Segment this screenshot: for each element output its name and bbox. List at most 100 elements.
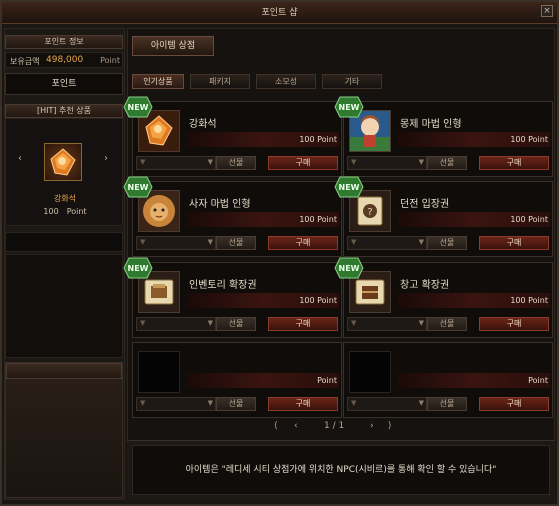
new-badge-label: NEW bbox=[339, 183, 360, 192]
subtab-popular[interactable]: 인기상품 bbox=[132, 74, 184, 89]
item-card: 창고 확장권 100 Point ▼ ▼ 선물 구매 NEW bbox=[334, 257, 553, 338]
balance-label: 보유금액 bbox=[10, 57, 40, 66]
subtab-etc[interactable]: 기타 bbox=[322, 74, 382, 89]
chevron-down-icon: ▼ bbox=[207, 238, 213, 246]
item-price: 100 Point bbox=[299, 296, 337, 305]
new-badge-icon: NEW bbox=[123, 96, 153, 118]
new-badge-icon: NEW bbox=[123, 176, 153, 198]
page-indicator: 1 / 1 bbox=[324, 421, 345, 431]
gift-button[interactable]: 선물 bbox=[427, 156, 467, 170]
buy-button[interactable]: 구매 bbox=[268, 156, 338, 170]
item-card: 강화석 100 Point ▼ ▼ 선물 구매 NEW bbox=[123, 96, 342, 177]
left-footer-header bbox=[6, 363, 122, 379]
item-card: 인벤토리 확장권 100 Point ▼ ▼ 선물 구매 NEW bbox=[123, 257, 342, 338]
item-name: 던전 입장권 bbox=[400, 199, 450, 210]
gift-button[interactable]: 선물 bbox=[427, 236, 467, 250]
dropdown-left-icon: ▼ bbox=[351, 399, 357, 407]
item-price: 100 Point bbox=[510, 215, 548, 224]
empty-slot[interactable] bbox=[349, 351, 391, 393]
left-empty-slot bbox=[5, 232, 123, 252]
buy-button[interactable]: 구매 bbox=[479, 236, 549, 250]
left-footer-panel bbox=[5, 362, 123, 498]
first-page-icon[interactable]: ⟨ bbox=[274, 421, 278, 431]
item-name: 인벤토리 확장권 bbox=[189, 280, 257, 291]
new-badge-icon: NEW bbox=[334, 176, 364, 198]
item-name: 강화석 bbox=[189, 119, 217, 130]
buy-button[interactable]: 구매 bbox=[268, 397, 338, 411]
item-price: 100 Point bbox=[510, 135, 548, 144]
item-name: 창고 확장권 bbox=[400, 280, 450, 291]
item-controls: ▼ ▼ 선물 구매 bbox=[136, 236, 338, 250]
dropdown-left-icon: ▼ bbox=[140, 238, 146, 246]
chevron-down-icon: ▼ bbox=[207, 319, 213, 327]
quantity-select[interactable]: ▼ ▼ bbox=[347, 236, 427, 250]
gift-button[interactable]: 선물 bbox=[216, 156, 256, 170]
recommend-item-unit: Point bbox=[66, 207, 87, 216]
chevron-down-icon: ▼ bbox=[418, 399, 424, 407]
next-arrow-icon[interactable]: › bbox=[104, 153, 108, 164]
balance-row: 보유금액 498,000 Point bbox=[5, 52, 123, 68]
prev-arrow-icon[interactable]: ‹ bbox=[18, 153, 22, 164]
gift-button[interactable]: 선물 bbox=[216, 236, 256, 250]
last-page-icon[interactable]: ⟩ bbox=[388, 421, 392, 431]
orange-gem-icon[interactable] bbox=[44, 143, 82, 181]
quantity-select[interactable]: ▼ ▼ bbox=[136, 156, 216, 170]
left-empty-area bbox=[5, 254, 123, 358]
close-icon[interactable]: × bbox=[541, 5, 553, 17]
recommend-header: [HIT] 추천 상품 bbox=[5, 104, 123, 118]
quantity-select[interactable]: ▼ ▼ bbox=[347, 156, 427, 170]
buy-button[interactable]: 구매 bbox=[479, 317, 549, 331]
next-page-icon[interactable]: › bbox=[370, 421, 374, 431]
recommend-item-name: 강화석 bbox=[53, 194, 77, 203]
quantity-select[interactable]: ▼ ▼ bbox=[136, 317, 216, 331]
item-card: Point ▼ ▼ 선물 구매 bbox=[132, 342, 342, 418]
item-card: 사자 마법 인형 100 Point ▼ ▼ 선물 구매 NEW bbox=[123, 176, 342, 257]
notice-text: 아이템은 "레디세 시티 상점가에 위치한 NPC(시비르)를 통해 확인 할 … bbox=[132, 445, 550, 495]
buy-button[interactable]: 구매 bbox=[268, 236, 338, 250]
quantity-select[interactable]: ▼ ▼ bbox=[347, 317, 427, 331]
item-controls: ▼ ▼ 선물 구매 bbox=[347, 397, 549, 411]
dropdown-left-icon: ▼ bbox=[351, 319, 357, 327]
chevron-down-icon: ▼ bbox=[207, 399, 213, 407]
new-badge-label: NEW bbox=[128, 103, 149, 112]
tab-item-shop[interactable]: 아이템 상점 bbox=[132, 36, 214, 56]
item-price: 100 Point bbox=[510, 296, 548, 305]
pager: ⟨ ‹ 1 / 1 › ⟩ bbox=[274, 421, 404, 435]
empty-slot[interactable] bbox=[138, 351, 180, 393]
gift-button[interactable]: 선물 bbox=[427, 317, 467, 331]
item-card: 몽제 마법 인형 100 Point ▼ ▼ 선물 구매 NEW bbox=[334, 96, 553, 177]
item-controls: ▼ ▼ 선물 구매 bbox=[136, 397, 338, 411]
item-controls: ▼ ▼ 선물 구매 bbox=[136, 156, 338, 170]
gift-button[interactable]: 선물 bbox=[216, 317, 256, 331]
buy-button[interactable]: 구매 bbox=[268, 317, 338, 331]
buy-button[interactable]: 구매 bbox=[479, 397, 549, 411]
dropdown-left-icon: ▼ bbox=[140, 319, 146, 327]
dropdown-left-icon: ▼ bbox=[140, 399, 146, 407]
point-button[interactable]: 포인트 bbox=[5, 73, 123, 95]
item-price: 100 Point bbox=[299, 215, 337, 224]
item-controls: ▼ ▼ 선물 구매 bbox=[136, 317, 338, 331]
gift-button[interactable]: 선물 bbox=[427, 397, 467, 411]
subtab-package[interactable]: 패키지 bbox=[190, 74, 250, 89]
quantity-select[interactable]: ▼ ▼ bbox=[347, 397, 427, 411]
item-controls: ▼ ▼ 선물 구매 bbox=[347, 317, 549, 331]
new-badge-label: NEW bbox=[128, 264, 149, 273]
new-badge-icon: NEW bbox=[123, 257, 153, 279]
recommend-item-price: 100 bbox=[43, 207, 59, 216]
quantity-select[interactable]: ▼ ▼ bbox=[136, 397, 216, 411]
new-badge-icon: NEW bbox=[334, 257, 364, 279]
item-card: ? 던전 입장권 100 Point ▼ ▼ 선물 구매 NEW bbox=[334, 176, 553, 257]
prev-page-icon[interactable]: ‹ bbox=[294, 421, 298, 431]
category-tabs: 인기상품 패키지 소모성 기타 bbox=[132, 74, 554, 90]
buy-button[interactable]: 구매 bbox=[479, 156, 549, 170]
subtab-consumable[interactable]: 소모성 bbox=[256, 74, 316, 89]
dropdown-left-icon: ▼ bbox=[140, 158, 146, 166]
gift-button[interactable]: 선물 bbox=[216, 397, 256, 411]
item-price: Point bbox=[528, 376, 548, 385]
item-controls: ▼ ▼ 선물 구매 bbox=[347, 156, 549, 170]
quantity-select[interactable]: ▼ ▼ bbox=[136, 236, 216, 250]
new-badge-label: NEW bbox=[128, 183, 149, 192]
balance-unit: Point bbox=[100, 56, 120, 65]
chevron-down-icon: ▼ bbox=[207, 158, 213, 166]
item-name: 사자 마법 인형 bbox=[189, 199, 251, 210]
